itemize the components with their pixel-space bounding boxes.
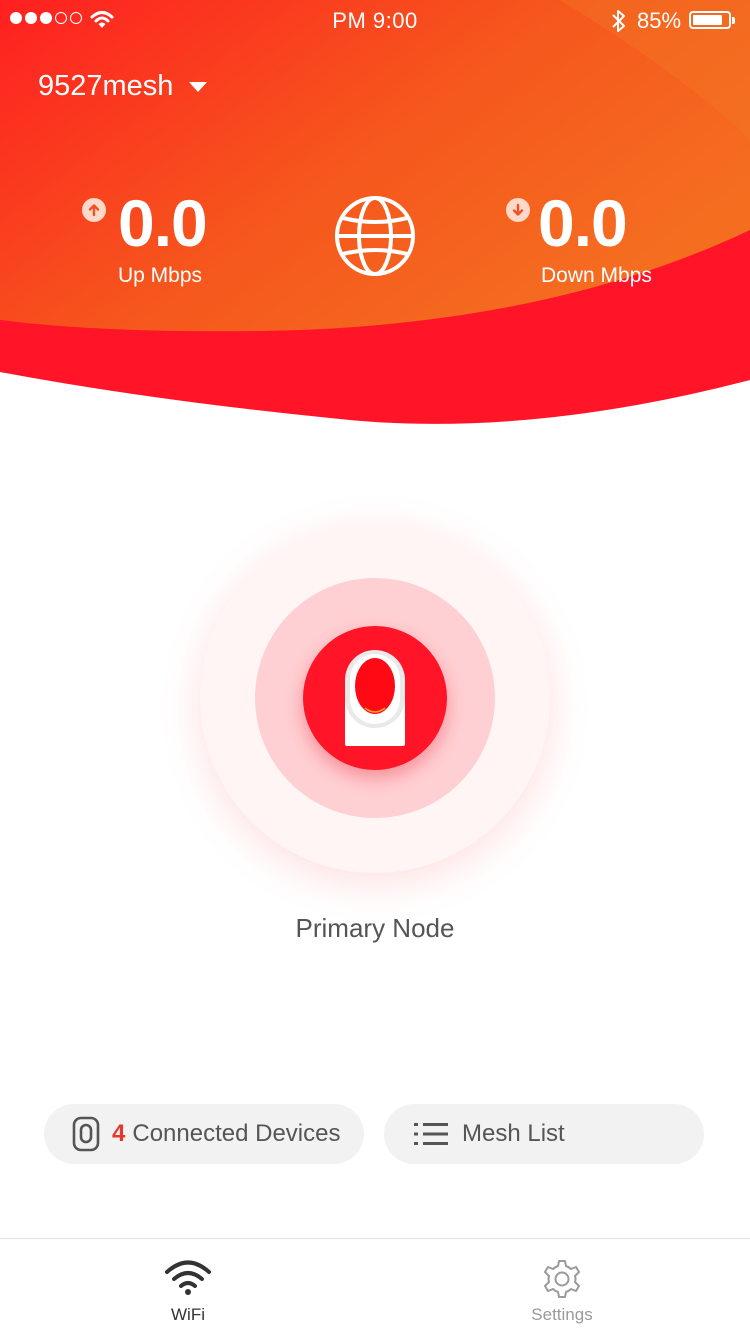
tab-wifi-label: WiFi — [171, 1305, 205, 1324]
tab-settings-label: Settings — [531, 1305, 593, 1324]
download-label: Down Mbps — [541, 264, 652, 287]
connected-devices-count: 4 — [112, 1120, 126, 1147]
bluetooth-icon — [612, 10, 625, 32]
device-icon — [72, 1116, 100, 1152]
tab-bar: WiFi Settings — [0, 1238, 750, 1335]
list-icon — [414, 1123, 448, 1145]
upload-label: Up Mbps — [118, 264, 203, 287]
mesh-list-label: Mesh List — [462, 1120, 565, 1147]
network-selector[interactable]: 9527mesh — [38, 70, 208, 103]
wifi-icon — [165, 1260, 211, 1295]
battery-icon — [689, 11, 735, 29]
connected-devices-button[interactable]: 4 Connected Devices — [44, 1104, 364, 1164]
connected-devices-label: Connected Devices — [132, 1120, 341, 1147]
download-arrow-icon — [506, 198, 530, 222]
download-value: 0.0 — [538, 186, 628, 260]
status-bar: PM 9:00 85% — [0, 0, 750, 40]
upload-value: 0.0 — [118, 186, 208, 260]
gear-icon — [544, 1260, 580, 1298]
mesh-list-button[interactable]: Mesh List — [384, 1104, 704, 1164]
network-name: 9527mesh — [38, 70, 174, 102]
chevron-down-icon — [189, 81, 208, 92]
upload-arrow-icon — [82, 198, 106, 222]
globe-icon — [335, 196, 415, 276]
primary-node-button[interactable] — [303, 626, 447, 770]
app-screen: PM 9:00 85% 9527mesh 0.0 Up Mbps 0.0 Dow… — [0, 0, 750, 1335]
connected-devices-text: 4 Connected Devices — [112, 1120, 340, 1148]
battery-percent: 85% — [637, 8, 682, 33]
tab-wifi[interactable]: WiFi — [108, 1239, 268, 1335]
node-label: Primary Node — [295, 913, 455, 943]
tab-settings[interactable]: Settings — [482, 1239, 642, 1335]
router-icon — [345, 650, 405, 746]
